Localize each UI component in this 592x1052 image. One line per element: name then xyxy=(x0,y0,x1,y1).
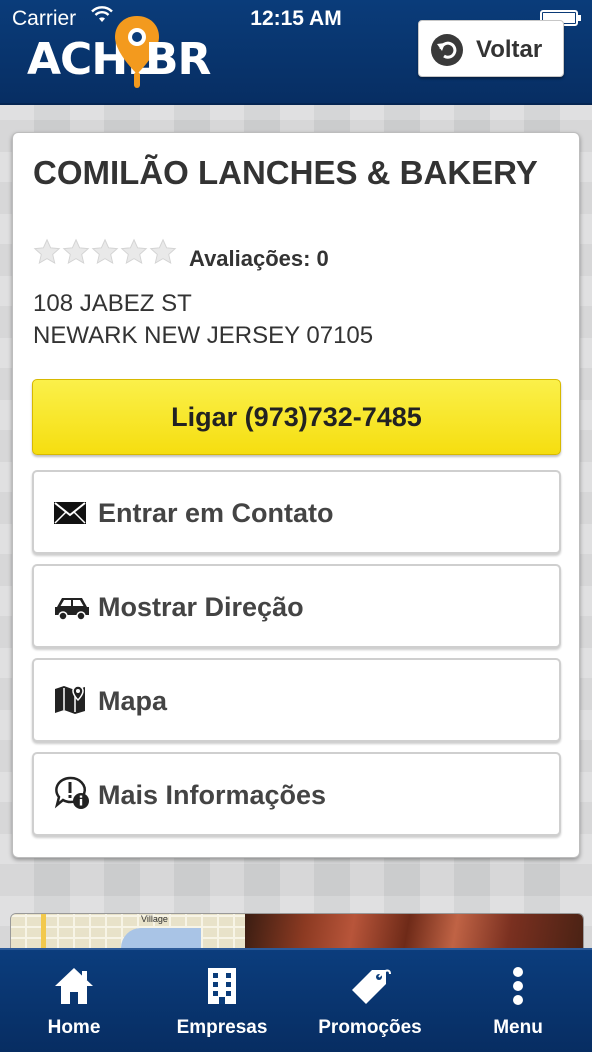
building-icon xyxy=(148,966,296,1011)
contact-label: Entrar em Contato xyxy=(98,498,334,528)
tab-home[interactable]: Home xyxy=(0,950,148,1052)
map-road xyxy=(41,914,46,948)
tab-menu[interactable]: Menu xyxy=(444,950,592,1052)
tab-promotions-label: Promoções xyxy=(318,1017,422,1038)
directions-button[interactable]: Mostrar Direção xyxy=(32,564,561,648)
business-card: COMILÃO LANCHES & BAKERY Avaliações: 0 10… xyxy=(12,132,580,858)
vertical-dots-icon xyxy=(444,966,592,1011)
contact-button[interactable]: Entrar em Contato xyxy=(32,470,561,554)
food-photo-thumbnail[interactable] xyxy=(245,914,583,948)
tab-home-label: Home xyxy=(47,1017,101,1038)
star-icon xyxy=(120,238,148,265)
back-button[interactable]: Voltar xyxy=(418,20,564,77)
reviews-summary: Avaliações: 0 xyxy=(189,246,329,272)
call-button[interactable]: Ligar (973)732-7485 xyxy=(32,379,561,455)
tab-menu-label: Menu xyxy=(493,1017,543,1038)
bottom-tab-bar: Home Empresas Promoções Menu xyxy=(0,948,592,1052)
info-bubble-icon xyxy=(54,776,90,815)
map-button[interactable]: Mapa xyxy=(32,658,561,742)
map-icon xyxy=(54,684,86,721)
photo-gallery-strip[interactable]: Village xyxy=(10,913,584,949)
map-water xyxy=(121,928,201,948)
star-icon xyxy=(62,238,90,265)
star-icon xyxy=(149,238,177,265)
star-icon xyxy=(33,238,61,265)
logo-text-right: BR xyxy=(145,34,211,85)
home-icon xyxy=(0,966,148,1011)
tag-icon xyxy=(296,966,444,1013)
tab-companies[interactable]: Empresas xyxy=(148,950,296,1052)
app-header: Carrier 12:15 AM ACHE BR Voltar xyxy=(0,0,592,105)
address-line-1: 108 JABEZ ST xyxy=(33,290,192,317)
envelope-icon xyxy=(54,502,86,529)
map-thumbnail-label: Village xyxy=(141,914,168,924)
star-icon xyxy=(91,238,119,265)
undo-arrow-icon xyxy=(430,33,464,72)
tab-promotions[interactable]: Promoções xyxy=(296,950,444,1052)
rating-stars[interactable] xyxy=(33,238,178,266)
reviews-count: 0 xyxy=(316,246,329,271)
map-label: Mapa xyxy=(98,686,168,716)
business-address: 108 JABEZ ST NEWARK NEW JERSEY 07105 xyxy=(33,288,373,352)
map-thumbnail[interactable]: Village xyxy=(11,914,245,948)
directions-label: Mostrar Direção xyxy=(98,592,304,622)
more-info-label: Mais Informações xyxy=(98,780,327,810)
tab-companies-label: Empresas xyxy=(176,1017,268,1038)
more-info-button[interactable]: Mais Informações xyxy=(32,752,561,836)
back-label: Voltar xyxy=(476,36,543,63)
car-icon xyxy=(54,596,90,625)
business-name: COMILÃO LANCHES & BAKERY xyxy=(33,154,538,191)
address-line-2: NEWARK NEW JERSEY 07105 xyxy=(33,322,374,349)
reviews-label: Avaliações: xyxy=(189,246,311,271)
